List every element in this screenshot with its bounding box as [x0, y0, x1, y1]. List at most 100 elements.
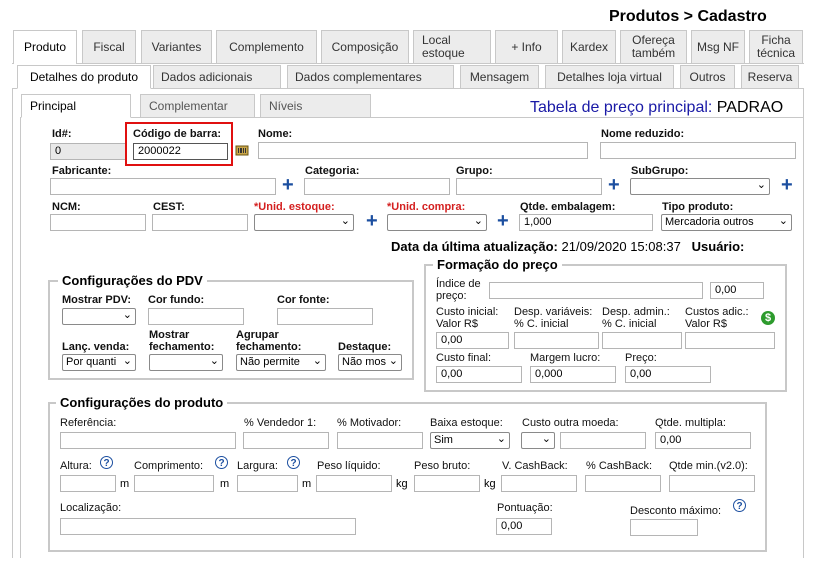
desconto-maximo-input[interactable]: [630, 519, 698, 536]
margem-lucro-label: Margem lucro:: [530, 352, 601, 364]
innertab-label: Principal: [30, 99, 77, 113]
tab-composicao[interactable]: Composição: [321, 30, 409, 63]
add-grupo-icon[interactable]: +: [608, 175, 620, 195]
cor-fundo-input[interactable]: [148, 308, 244, 325]
tab-label: Ofereça também: [631, 33, 676, 60]
fabricante-input[interactable]: [50, 178, 276, 195]
tab-label: Produto: [23, 40, 67, 54]
barcode-input[interactable]: 2000022: [133, 143, 228, 160]
nome-input[interactable]: [258, 142, 588, 159]
desp-variaveis-input[interactable]: [514, 332, 599, 349]
indice-select[interactable]: [489, 282, 703, 299]
categoria-label: Categoria:: [305, 165, 360, 177]
tab-local-estoque[interactable]: Local estoque: [413, 30, 491, 63]
tab-label: Local estoque: [422, 33, 465, 60]
subtab-outros[interactable]: Outros: [680, 65, 735, 89]
subtab-dados-adicionais[interactable]: Dados adicionais: [153, 65, 281, 89]
localizacao-input[interactable]: [60, 518, 356, 535]
p-cashback-input[interactable]: [585, 475, 661, 492]
subtab-detalhes-loja-virtual[interactable]: Detalhes loja virtual: [545, 65, 674, 89]
mostrar-fechamento-select[interactable]: ⌄: [149, 354, 223, 371]
tab-ofereca-tambem[interactable]: Ofereça também: [620, 30, 687, 63]
subtab-mensagem[interactable]: Mensagem: [460, 65, 539, 89]
desp-admin-label-1: Desp. admin.:: [602, 306, 670, 318]
referencia-input[interactable]: [60, 432, 236, 449]
cest-input[interactable]: [152, 214, 248, 231]
largura-help-icon[interactable]: ?: [287, 456, 300, 469]
cor-fonte-input[interactable]: [277, 308, 373, 325]
tab-kardex[interactable]: Kardex: [562, 30, 616, 63]
tab-mais-info[interactable]: + Info: [495, 30, 558, 63]
subtab-reserva[interactable]: Reserva: [741, 65, 799, 89]
altura-input[interactable]: [60, 475, 116, 492]
desconto-help-icon[interactable]: ?: [733, 499, 746, 512]
custo-outra-moeda-input[interactable]: [560, 432, 646, 449]
desp-admin-input[interactable]: [602, 332, 682, 349]
destaque-select[interactable]: Não mos ⌄: [338, 354, 402, 371]
mostrar-pdv-select[interactable]: ⌄: [62, 308, 136, 325]
motivador-input[interactable]: [337, 432, 423, 449]
grupo-input[interactable]: [456, 178, 602, 195]
agrupar-fechamento-select[interactable]: Não permite ⌄: [236, 354, 326, 371]
peso-bruto-unit: kg: [484, 478, 496, 490]
tab-produto[interactable]: Produto: [13, 30, 77, 64]
preco-input[interactable]: 0,00: [625, 366, 711, 383]
tab-complemento[interactable]: Complemento: [216, 30, 317, 63]
qtde-embalagem-input[interactable]: 1,000: [519, 214, 653, 231]
innertab-complementar[interactable]: Complementar: [140, 94, 255, 118]
comprimento-help-icon[interactable]: ?: [215, 456, 228, 469]
custo-inicial-label-2: Valor R$: [436, 318, 478, 330]
add-subgrupo-icon[interactable]: +: [781, 175, 793, 195]
tipo-produto-select[interactable]: Mercadoria outros ⌄: [661, 214, 792, 231]
chevron-down-icon: ⌄: [496, 433, 506, 445]
tab-label: + Info: [511, 39, 542, 54]
barcode-generate-icon[interactable]: [235, 143, 249, 157]
altura-unit: m: [120, 478, 130, 490]
pontuacao-input[interactable]: 0,00: [496, 518, 552, 535]
unid-compra-select[interactable]: ⌄: [387, 214, 487, 231]
peso-liquido-input[interactable]: [316, 475, 392, 492]
add-unid-estoque-icon[interactable]: +: [366, 211, 378, 231]
tab-label: Fiscal: [93, 39, 125, 54]
peso-bruto-input[interactable]: [414, 475, 480, 492]
nome-reduzido-input[interactable]: [600, 142, 796, 159]
custo-final-input[interactable]: 0,00: [436, 366, 522, 383]
tab-variantes[interactable]: Variantes: [141, 30, 212, 63]
ncm-input[interactable]: [50, 214, 146, 231]
innertab-niveis[interactable]: Níveis: [260, 94, 371, 118]
vendedor1-input[interactable]: [243, 432, 329, 449]
add-fabricante-icon[interactable]: +: [282, 175, 294, 195]
custo-inicial-input[interactable]: 0,00: [436, 332, 509, 349]
comprimento-input[interactable]: [134, 475, 214, 492]
dollar-icon[interactable]: $: [761, 311, 775, 325]
subtab-label: Reserva: [747, 70, 793, 84]
categoria-input[interactable]: [304, 178, 450, 195]
add-unid-compra-icon[interactable]: +: [497, 211, 509, 231]
innertab-principal[interactable]: Principal: [21, 94, 131, 118]
lanc-venda-select[interactable]: Por quanti ⌄: [62, 354, 136, 371]
tab-fiscal[interactable]: Fiscal: [82, 30, 136, 63]
chevron-down-icon: ⌄: [340, 215, 350, 227]
tab-msg-nf[interactable]: Msg NF: [691, 30, 745, 63]
produto-cfg-legend: Configurações do produto: [56, 395, 228, 410]
margem-lucro-input[interactable]: 0,000: [530, 366, 616, 383]
subtab-label: Detalhes loja virtual: [557, 70, 662, 84]
v-cashback-label: V. CashBack:: [502, 460, 568, 472]
tab-ficha-tecnica[interactable]: Ficha técnica: [749, 30, 803, 63]
qtde-min-input[interactable]: [669, 475, 755, 492]
localizacao-label: Localização:: [60, 502, 122, 514]
subtab-detalhes-produto[interactable]: Detalhes do produto: [17, 65, 151, 89]
custos-adic-input[interactable]: [685, 332, 775, 349]
subtab-dados-complementares[interactable]: Dados complementares: [287, 65, 454, 89]
largura-input[interactable]: [237, 475, 298, 492]
indice-value[interactable]: 0,00: [710, 282, 764, 299]
v-cashback-input[interactable]: [501, 475, 577, 492]
tab-label: Ficha técnica: [756, 33, 796, 60]
unid-estoque-select[interactable]: ⌄: [254, 214, 354, 231]
altura-help-icon[interactable]: ?: [100, 456, 113, 469]
subgrupo-select[interactable]: ⌄: [630, 178, 770, 195]
tab-label: Composição: [331, 39, 399, 54]
qtde-multipla-input[interactable]: 0,00: [655, 432, 751, 449]
baixa-estoque-select[interactable]: Sim ⌄: [430, 432, 510, 449]
moeda-select[interactable]: ⌄: [521, 432, 555, 449]
